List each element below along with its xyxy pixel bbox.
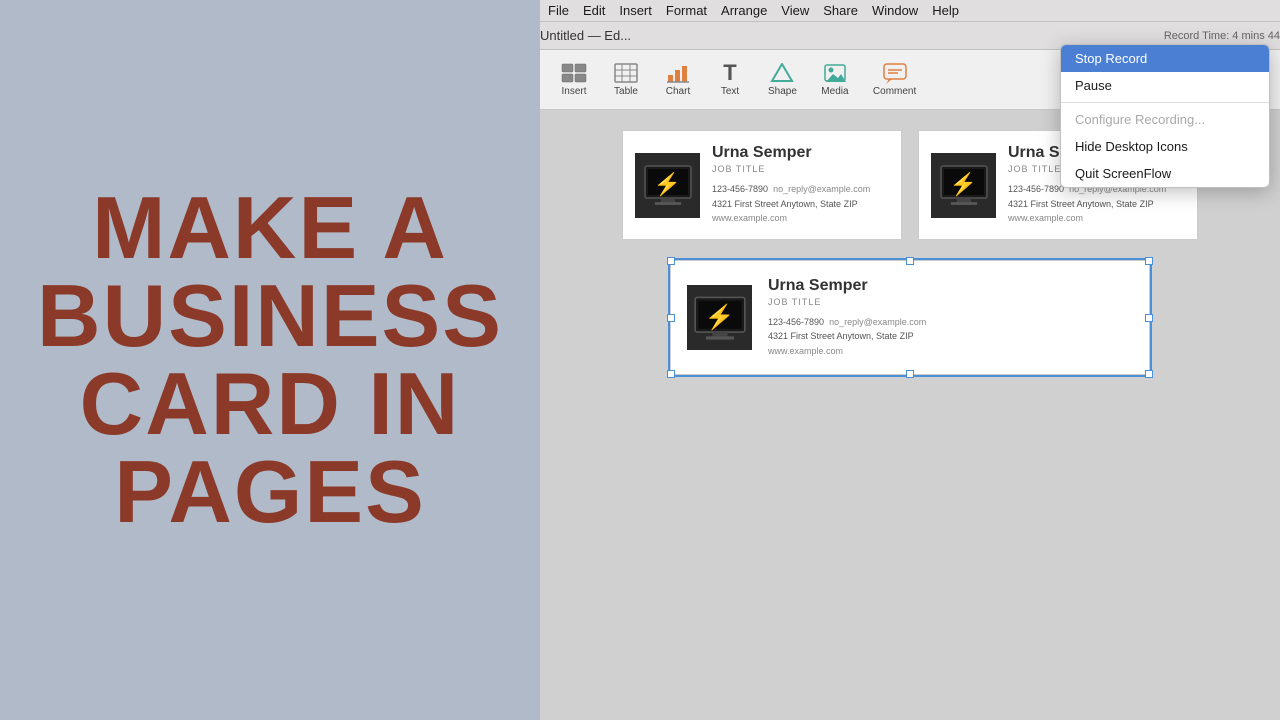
lightning-icon-1: ⚡ xyxy=(654,171,681,197)
insert-button[interactable]: Insert xyxy=(552,58,596,101)
media-label: Media xyxy=(821,86,848,97)
card-job-title-selected: JOB TITLE xyxy=(768,297,1133,307)
separator-1 xyxy=(1061,102,1269,103)
comment-button[interactable]: Comment xyxy=(865,58,924,101)
card-details-2: 123-456-7890 no_reply@example.com 4321 F… xyxy=(1008,182,1185,225)
card-details-selected: 123-456-7890 no_reply@example.com 4321 F… xyxy=(768,315,1133,358)
lightning-icon-selected: ⚡ xyxy=(705,302,735,331)
card-logo-1: ⚡ xyxy=(635,153,700,218)
comment-label: Comment xyxy=(873,86,916,97)
tutorial-panel: MAKE A BUSINESS CARD IN PAGES xyxy=(0,0,540,720)
menu-share[interactable]: Share xyxy=(823,3,858,18)
hide-icons-label: Hide Desktop Icons xyxy=(1075,139,1188,154)
screenflow-dropdown: Stop Record Pause Configure Recording...… xyxy=(1060,44,1270,188)
card-job-title-1: JOB TITLE xyxy=(712,164,889,174)
handle-middle-left[interactable] xyxy=(667,314,675,322)
chart-icon xyxy=(664,62,692,84)
handle-bottom-right[interactable] xyxy=(1145,370,1153,378)
card-info-1: Urna Semper JOB TITLE 123-456-7890 no_re… xyxy=(712,144,889,225)
document-area: ⚡ Urna Semper JOB TITLE 123-456-7890 no_… xyxy=(540,110,1280,720)
text-button[interactable]: T Text xyxy=(708,58,752,101)
menu-bar: File Edit Insert Format Arrange View Sha… xyxy=(540,0,1280,22)
media-button[interactable]: Media xyxy=(813,58,857,101)
pages-app: File Edit Insert Format Arrange View Sha… xyxy=(540,0,1280,720)
handle-bottom-center[interactable] xyxy=(906,370,914,378)
business-card-selected[interactable]: ⚡ Urna Semper JOB TITLE 123-456-7890 no_… xyxy=(670,260,1150,375)
menu-format[interactable]: Format xyxy=(666,3,707,18)
menu-edit[interactable]: Edit xyxy=(583,3,605,18)
text-icon: T xyxy=(716,62,744,84)
card-logo-2: ⚡ xyxy=(931,153,996,218)
menu-view[interactable]: View xyxy=(781,3,809,18)
chart-button[interactable]: Chart xyxy=(656,58,700,101)
stop-record-item[interactable]: Stop Record xyxy=(1061,45,1269,72)
card-logo-selected: ⚡ xyxy=(687,285,752,350)
insert-icon xyxy=(560,62,588,84)
menu-insert[interactable]: Insert xyxy=(619,3,652,18)
card-name-selected: Urna Semper xyxy=(768,277,1133,295)
menu-help[interactable]: Help xyxy=(932,3,959,18)
pause-label: Pause xyxy=(1075,78,1112,93)
menu-file[interactable]: File xyxy=(548,3,569,18)
handle-top-right[interactable] xyxy=(1145,257,1153,265)
chart-label: Chart xyxy=(666,86,690,97)
tutorial-title: MAKE A BUSINESS CARD IN PAGES xyxy=(0,164,540,556)
table-icon xyxy=(612,62,640,84)
text-label: Text xyxy=(721,86,739,97)
record-time: Record Time: 4 mins 44 xyxy=(1164,30,1280,42)
comment-icon xyxy=(881,62,909,84)
handle-top-center[interactable] xyxy=(906,257,914,265)
stop-record-label: Stop Record xyxy=(1075,51,1147,66)
handle-middle-right[interactable] xyxy=(1145,314,1153,322)
pause-item[interactable]: Pause xyxy=(1061,72,1269,99)
handle-bottom-left[interactable] xyxy=(667,370,675,378)
document-title: Untitled — Ed... xyxy=(540,28,631,43)
insert-label: Insert xyxy=(561,86,586,97)
shape-button[interactable]: Shape xyxy=(760,58,805,101)
menu-arrange[interactable]: Arrange xyxy=(721,3,767,18)
card-details-1: 123-456-7890 no_reply@example.com 4321 F… xyxy=(712,182,889,225)
table-button[interactable]: Table xyxy=(604,58,648,101)
configure-item: Configure Recording... xyxy=(1061,106,1269,133)
quit-label: Quit ScreenFlow xyxy=(1075,166,1171,181)
configure-label: Configure Recording... xyxy=(1075,112,1205,127)
menu-window[interactable]: Window xyxy=(872,3,918,18)
shape-icon xyxy=(768,62,796,84)
business-card-1[interactable]: ⚡ Urna Semper JOB TITLE 123-456-7890 no_… xyxy=(622,130,902,240)
handle-top-left[interactable] xyxy=(667,257,675,265)
table-label: Table xyxy=(614,86,638,97)
shape-label: Shape xyxy=(768,86,797,97)
card-info-selected: Urna Semper JOB TITLE 123-456-7890 no_re… xyxy=(768,277,1133,358)
quit-item[interactable]: Quit ScreenFlow xyxy=(1061,160,1269,187)
lightning-icon-2: ⚡ xyxy=(950,171,977,197)
media-icon xyxy=(821,62,849,84)
hide-icons-item[interactable]: Hide Desktop Icons xyxy=(1061,133,1269,160)
card-name-1: Urna Semper xyxy=(712,144,889,162)
